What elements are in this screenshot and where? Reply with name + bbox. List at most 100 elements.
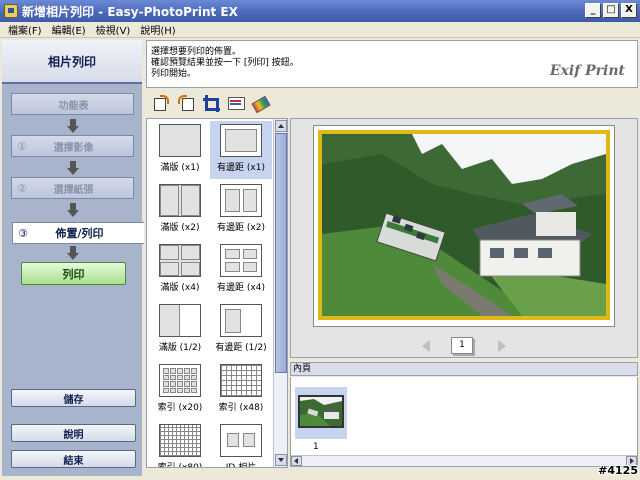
panel-title: 相片列印 — [47, 54, 96, 69]
step-number: ② — [17, 181, 27, 195]
layout-thumbnail — [220, 304, 262, 337]
layout-label: 滿版 (x1) — [160, 163, 200, 173]
layout-thumbnail — [220, 244, 262, 277]
content-item-number: 1 — [313, 442, 319, 452]
scroll-thumb[interactable] — [275, 133, 287, 373]
layout-label: 滿版 (1/2) — [158, 343, 202, 353]
menu-view[interactable]: 檢視(V) — [92, 22, 137, 37]
correct-image-icon[interactable] — [252, 94, 270, 112]
title-bar[interactable]: 新增相片列印 - Easy-PhotoPrint EX _ □ X — [0, 0, 640, 22]
left-panel: 相片列印 功能表 ① 選擇影像 ② 選擇紙張 ③ 佈置/列印 列印 儲存 說明 … — [2, 40, 144, 476]
layout-thumbnail — [220, 364, 262, 397]
layout-item[interactable]: 滿版 (x1) — [149, 121, 211, 179]
content-header: 內頁 — [290, 362, 638, 376]
preview-photo[interactable] — [318, 130, 610, 320]
step-layout-print[interactable]: ③ 佈置/列印 — [12, 222, 144, 244]
layout-label: 有邊距 (x1) — [217, 163, 265, 173]
app-icon — [4, 4, 18, 18]
print-preview: 1 — [290, 118, 638, 358]
step-label: 選擇紙張 — [53, 184, 94, 196]
edit-toolbar — [146, 90, 638, 116]
layout-thumbnail — [220, 424, 262, 457]
arrow-down-icon — [67, 119, 79, 133]
layout-item[interactable]: 滿版 (x4) — [149, 241, 211, 299]
layout-list: 滿版 (x1) 有邊距 (x1) 滿版 (x2) 有邊距 (x2) 滿版 (x4… — [146, 118, 288, 468]
panel-header: 相片列印 — [2, 40, 142, 84]
layout-scrollbar[interactable] — [273, 119, 287, 467]
mini-photo — [298, 395, 344, 428]
layout-label: 索引 (x20) — [157, 403, 203, 413]
scroll-left-icon[interactable] — [291, 456, 302, 466]
step-label: 選擇影像 — [53, 142, 94, 154]
layout-label: 有邊距 (x4) — [217, 283, 265, 293]
content-scrollbar[interactable] — [291, 455, 637, 466]
layout-thumbnail — [159, 184, 201, 217]
layout-label: 滿版 (x4) — [160, 283, 200, 293]
layout-thumbnail — [159, 364, 201, 397]
step-select-paper[interactable]: ② 選擇紙張 — [11, 177, 134, 199]
arrow-down-icon — [67, 203, 79, 217]
menu-bar: 檔案(F) 編輯(E) 檢視(V) 說明(H) — [0, 22, 640, 38]
layout-label: 有邊距 (1/2) — [215, 343, 267, 353]
exit-button[interactable]: 結束 — [11, 450, 136, 468]
corner-tag: #4125 — [598, 464, 638, 477]
step-select-image[interactable]: ① 選擇影像 — [11, 135, 134, 157]
window-title: 新增相片列印 - Easy-PhotoPrint EX — [22, 4, 238, 19]
layout-label: 滿版 (x2) — [160, 223, 200, 233]
layout-thumbnail — [220, 184, 262, 217]
menu-button[interactable]: 功能表 — [11, 93, 134, 115]
layout-thumbnail — [159, 124, 201, 157]
layout-thumbnail — [159, 304, 201, 337]
menu-button-label: 功能表 — [58, 100, 89, 112]
scroll-up-icon[interactable] — [275, 120, 287, 132]
content-strip: 1 — [290, 377, 638, 467]
preview-paper — [313, 125, 615, 327]
layout-item[interactable]: ID 相片 — [210, 421, 272, 468]
instruction-panel: 選擇想要列印的佈置。 確認預覽結果並按一下 [列印] 按鈕。 列印開始。 Exi… — [146, 40, 638, 88]
window-controls: _ □ X — [585, 3, 637, 18]
layout-item[interactable]: 索引 (x80) — [149, 421, 211, 468]
photo-train-landscape — [322, 134, 606, 316]
save-button[interactable]: 儲存 — [11, 389, 136, 407]
layout-label: 有邊距 (x2) — [217, 223, 265, 233]
arrow-down-icon — [67, 161, 79, 175]
layout-item[interactable]: 滿版 (1/2) — [149, 301, 211, 359]
layout-label: 索引 (x48) — [218, 403, 264, 413]
step-label: 佈置/列印 — [55, 227, 104, 240]
arrow-down-icon — [67, 246, 79, 260]
step-number: ① — [17, 139, 27, 153]
layout-item[interactable]: 有邊距 (x4) — [210, 241, 272, 299]
layout-item[interactable]: 滿版 (x2) — [149, 181, 211, 239]
layout-label: 索引 (x80) — [157, 463, 203, 468]
exif-print-logo: Exif Print — [549, 63, 625, 79]
menu-help[interactable]: 說明(H) — [136, 22, 181, 37]
menu-edit[interactable]: 編輯(E) — [48, 22, 92, 37]
help-button[interactable]: 說明 — [11, 424, 136, 442]
instruction-line: 列印開始。 — [151, 69, 197, 79]
layout-item[interactable]: 有邊距 (x1) — [210, 121, 272, 179]
previous-page-icon[interactable] — [422, 340, 430, 352]
next-page-icon[interactable] — [498, 340, 506, 352]
app-window: 新增相片列印 - Easy-PhotoPrint EX _ □ X 檔案(F) … — [0, 0, 640, 480]
menu-file[interactable]: 檔案(F) — [4, 22, 48, 37]
crop-icon[interactable] — [202, 94, 220, 112]
layout-thumbnail — [220, 124, 262, 157]
layout-label: ID 相片 — [225, 463, 257, 468]
layout-item[interactable]: 有邊距 (1/2) — [210, 301, 272, 359]
rotate-right-icon[interactable] — [177, 94, 195, 112]
content-thumbnail[interactable] — [295, 387, 347, 439]
minimize-button[interactable]: _ — [585, 3, 601, 18]
layout-thumbnail — [159, 244, 201, 277]
close-button[interactable]: X — [621, 3, 637, 18]
print-button[interactable]: 列印 — [21, 262, 126, 285]
layout-item[interactable]: 索引 (x20) — [149, 361, 211, 419]
maximize-button[interactable]: □ — [603, 3, 619, 18]
date-icon[interactable] — [227, 94, 245, 112]
layout-thumbnail — [159, 424, 201, 457]
rotate-left-icon[interactable] — [152, 94, 170, 112]
layout-item[interactable]: 索引 (x48) — [210, 361, 272, 419]
scroll-down-icon[interactable] — [275, 454, 287, 466]
layout-item[interactable]: 有邊距 (x2) — [210, 181, 272, 239]
page-number: 1 — [451, 337, 473, 354]
step-number: ③ — [18, 226, 28, 240]
